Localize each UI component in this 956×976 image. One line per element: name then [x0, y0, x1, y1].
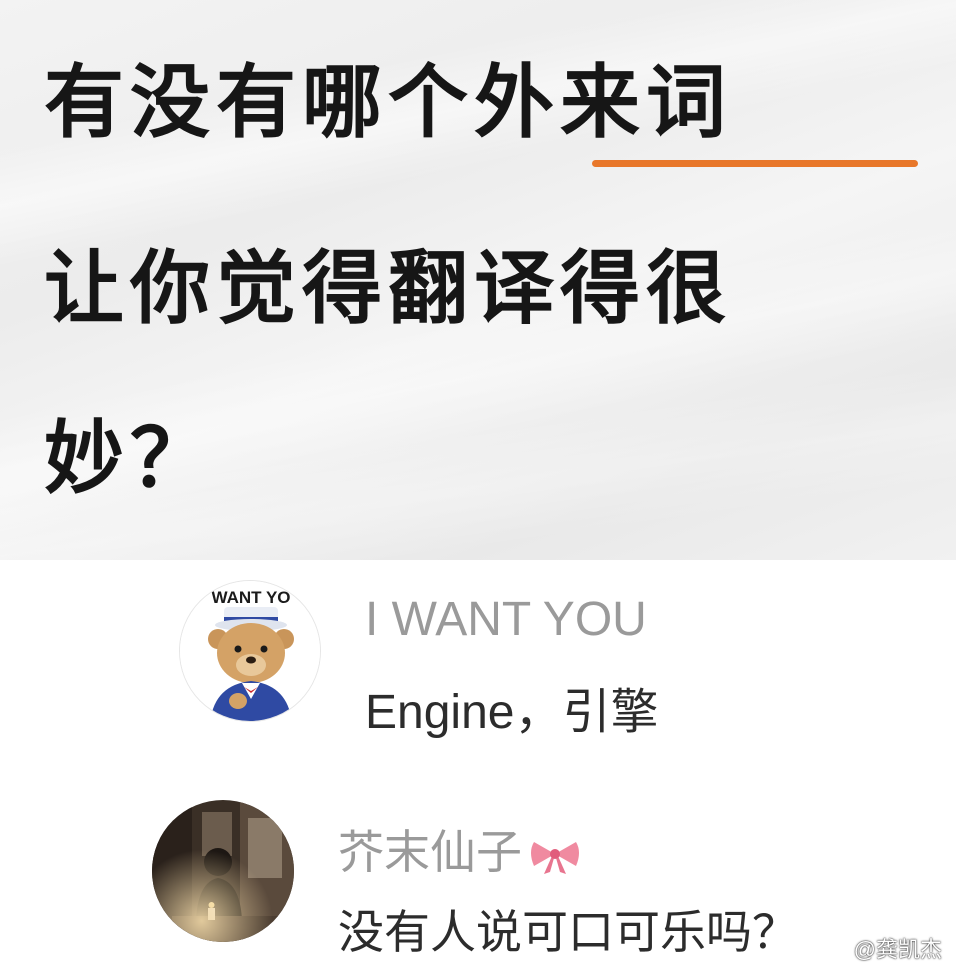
comment-username[interactable]: 芥末仙子 [338, 816, 582, 882]
comment-text: 没有人说可口可乐吗？ [338, 906, 798, 958]
title-highlight-word: 外来词 [474, 55, 732, 149]
watermark: @龚凯杰 [853, 937, 942, 962]
teddy-bear-avatar-icon: WANT YO [180, 581, 320, 721]
title-line-1-prefix: 有没有哪个 [44, 55, 474, 149]
comment-username-label: 芥末仙子 [338, 826, 522, 878]
user-avatar-2[interactable] [152, 800, 294, 942]
photo-avatar-icon [152, 800, 294, 942]
title-line-2: 让你觉得翻译得很 [44, 241, 732, 335]
highlight-underline [592, 160, 918, 167]
title-card: 有没有哪个外来词 让你觉得翻译得很 妙？ [0, 0, 956, 560]
title-line-1: 有没有哪个外来词 [44, 62, 732, 142]
comment-text: Engine，引擎 [365, 686, 659, 739]
comment-username[interactable]: I WANT YOU [365, 592, 647, 647]
title-line-3: 妙？ [44, 411, 216, 505]
avatar-caption: WANT YO [211, 588, 290, 607]
bow-icon [531, 841, 579, 874]
comment-item-1: WANT YO I WANT YOU Engine，引擎 [0, 580, 956, 740]
comment-item-2: 芥末仙子 没有人说可口可乐吗？ [0, 800, 956, 970]
user-avatar-1[interactable]: WANT YO [179, 580, 321, 722]
